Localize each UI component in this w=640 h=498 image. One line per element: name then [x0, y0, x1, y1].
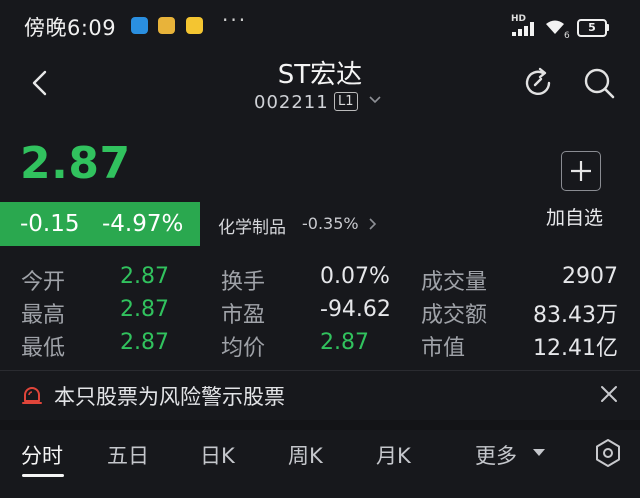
stat-label-market-cap: 市值	[421, 336, 466, 361]
close-icon[interactable]	[600, 385, 618, 403]
warning-bell-icon	[22, 387, 42, 404]
tab-daily-k[interactable]: 日K	[200, 440, 235, 470]
wifi-icon	[546, 20, 564, 34]
tab-weekly-k[interactable]: 周K	[288, 440, 323, 470]
stat-label-amount: 成交额	[421, 303, 488, 328]
caret-down-icon[interactable]	[533, 449, 545, 456]
app-notification-icon-3	[186, 17, 203, 34]
stat-value-avg: 2.87	[320, 330, 369, 355]
stat-value-high: 2.87	[120, 297, 169, 322]
stat-value-market-cap: 12.41亿	[533, 336, 618, 361]
stat-label-turnover: 换手	[221, 270, 266, 295]
price-change-pct: -4.97%	[102, 211, 184, 237]
partially-visible-strip	[0, 484, 640, 498]
chevron-down-icon[interactable]	[368, 93, 382, 107]
battery-tip	[606, 24, 609, 31]
tab-monthly-k[interactable]: 月K	[376, 440, 411, 470]
search-icon[interactable]	[582, 66, 616, 100]
price-change: -0.15	[20, 211, 80, 237]
wifi-badge: 6	[564, 31, 570, 41]
app-notification-icon-2	[158, 17, 175, 34]
app-notification-icon	[131, 17, 148, 34]
level-badge[interactable]: L1	[334, 92, 358, 111]
chevron-right-icon[interactable]	[368, 217, 378, 231]
risk-warning-text[interactable]: 本只股票为风险警示股票	[54, 381, 285, 411]
stat-label-volume: 成交量	[421, 270, 488, 295]
status-time: 傍晚6:09	[24, 16, 117, 40]
tab-five-day[interactable]: 五日	[107, 440, 149, 470]
stock-code: 002211	[254, 92, 329, 113]
add-watchlist-button[interactable]	[561, 151, 601, 191]
tab-intraday[interactable]: 分时	[21, 440, 63, 470]
change-badge: -0.15 -4.97%	[0, 202, 200, 246]
stat-label-low: 最低	[21, 336, 66, 361]
stat-value-amount: 83.43万	[533, 303, 618, 328]
sector-name[interactable]: 化学制品	[218, 213, 286, 238]
signal-icon	[512, 22, 538, 36]
current-price: 2.87	[20, 138, 131, 189]
settings-icon[interactable]	[593, 438, 623, 468]
stat-label-pe: 市盈	[221, 303, 266, 328]
stat-value-pe: -94.62	[320, 297, 391, 322]
sector-change-pct[interactable]: -0.35%	[302, 214, 359, 233]
stat-value-turnover: 0.07%	[320, 264, 390, 289]
stat-value-open: 2.87	[120, 264, 169, 289]
stat-value-volume: 2907	[562, 264, 618, 289]
section-spacer	[0, 420, 640, 430]
add-watchlist-label[interactable]: 加自选	[546, 203, 603, 230]
plus-icon	[571, 161, 591, 181]
stat-label-open: 今开	[21, 270, 66, 295]
more-notifications-icon: ···	[222, 8, 248, 32]
divider	[0, 370, 640, 371]
stat-value-low: 2.87	[120, 330, 169, 355]
active-tab-underline	[22, 474, 64, 477]
stat-label-high: 最高	[21, 303, 66, 328]
refresh-icon[interactable]	[521, 66, 555, 100]
stat-label-avg: 均价	[221, 336, 266, 361]
tab-more[interactable]: 更多	[475, 440, 517, 470]
battery-icon: 5	[577, 19, 607, 37]
